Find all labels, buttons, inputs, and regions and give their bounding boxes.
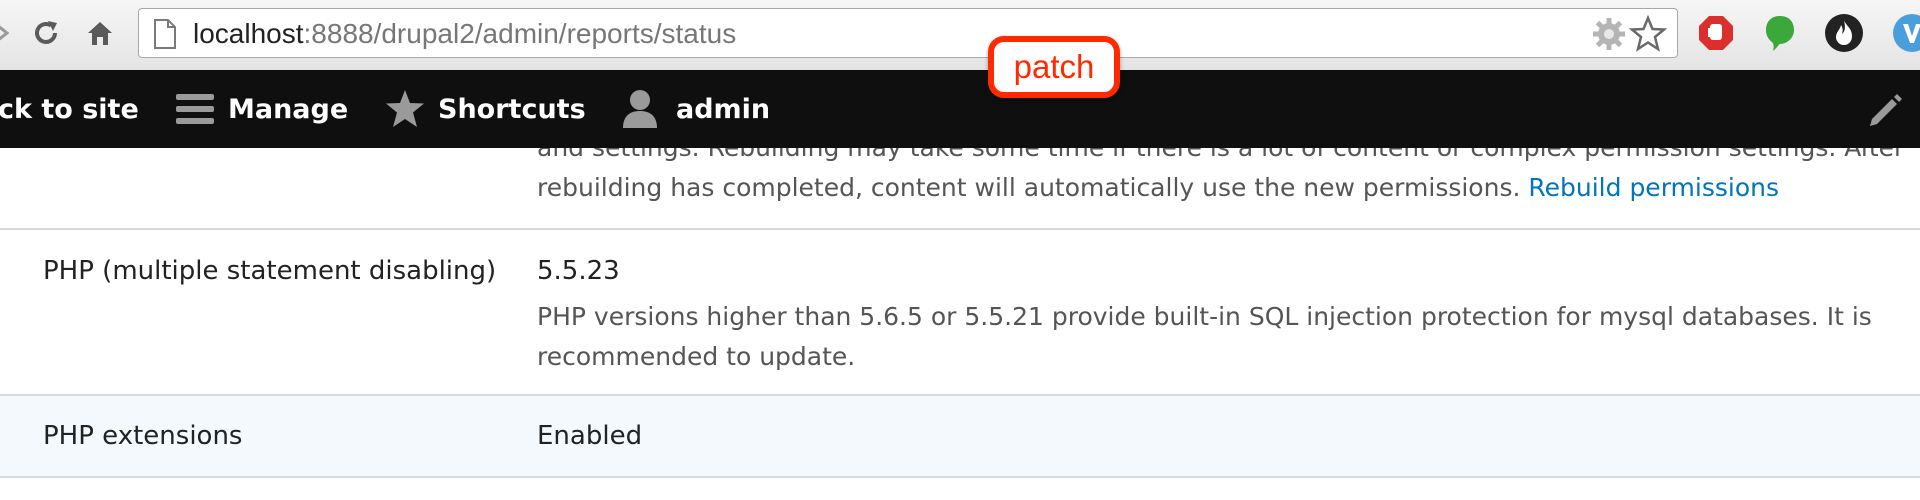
url-host: localhost [193, 18, 304, 49]
manage-label: Manage [228, 93, 349, 125]
gear-icon[interactable] [1591, 16, 1627, 52]
permissions-line-2: rebuilding has completed, content will a… [537, 173, 1521, 202]
fire-extension-button[interactable] [1822, 11, 1866, 55]
hamburger-menu-icon [176, 94, 214, 124]
vimium-extension-button[interactable] [1890, 11, 1920, 55]
star-icon [386, 90, 424, 127]
php-extensions-label: PHP extensions [43, 421, 243, 451]
url-text[interactable]: localhost:8888/drupal2/admin/reports/sta… [193, 17, 736, 51]
php-multiple-statement-label: PHP (multiple statement disabling) [43, 256, 497, 286]
admin-toolbar: ck to site Manage Shortcuts admin [0, 70, 1920, 148]
status-report-table: and settings. Rebuilding may take some t… [0, 148, 1920, 500]
browser-chrome: localhost:8888/drupal2/admin/reports/sta… [0, 0, 1920, 71]
back-to-site-link[interactable]: ck to site [0, 70, 139, 148]
php-version-description: PHP versions higher than 5.6.5 or 5.5.21… [537, 302, 1872, 371]
back-to-site-label: ck to site [0, 93, 139, 125]
reload-button[interactable] [26, 13, 66, 53]
table-row: PHP extensions Enabled [0, 396, 1920, 478]
flame-icon [1825, 14, 1863, 52]
toolbar-manage-tab[interactable]: Manage [174, 70, 348, 148]
bookmark-star-icon[interactable] [1629, 15, 1667, 53]
home-icon [88, 22, 112, 45]
reload-icon [35, 21, 57, 44]
home-button[interactable] [80, 13, 120, 53]
user-icon [623, 90, 657, 128]
edit-toggle-button[interactable] [1866, 70, 1906, 148]
page-icon [154, 19, 176, 49]
table-row: and settings. Rebuilding may take some t… [0, 148, 1920, 230]
php-extensions-value: Enabled [537, 421, 643, 451]
rebuild-permissions-link[interactable]: Rebuild permissions [1528, 173, 1779, 202]
php-version-value: 5.5.23 [537, 256, 620, 286]
permissions-description: and settings. Rebuilding may take some t… [537, 148, 1904, 208]
green-leaf-icon [1766, 16, 1794, 51]
pencil-icon [1870, 94, 1902, 126]
toolbar-shortcuts-tab[interactable]: Shortcuts [384, 70, 586, 148]
shortcuts-label: Shortcuts [438, 93, 586, 125]
user-label: admin [676, 93, 771, 125]
table-row: PHP (multiple statement disabling) 5.5.2… [0, 230, 1920, 396]
address-bar[interactable]: localhost:8888/drupal2/admin/reports/sta… [138, 8, 1678, 58]
forward-button[interactable] [0, 13, 22, 53]
patch-annotation-label: patch [988, 36, 1120, 98]
permissions-line-1: and settings. Rebuilding may take some t… [537, 148, 1904, 168]
v-shield-icon [1893, 14, 1920, 52]
toolbar-user-tab[interactable]: admin [620, 70, 770, 148]
chevron-right-icon [0, 25, 10, 41]
adblock-extension-button[interactable] [1694, 11, 1738, 55]
url-path: :8888/drupal2/admin/reports/status [303, 18, 737, 49]
evernote-extension-button[interactable] [1758, 11, 1802, 55]
stop-hand-icon [1699, 16, 1733, 50]
